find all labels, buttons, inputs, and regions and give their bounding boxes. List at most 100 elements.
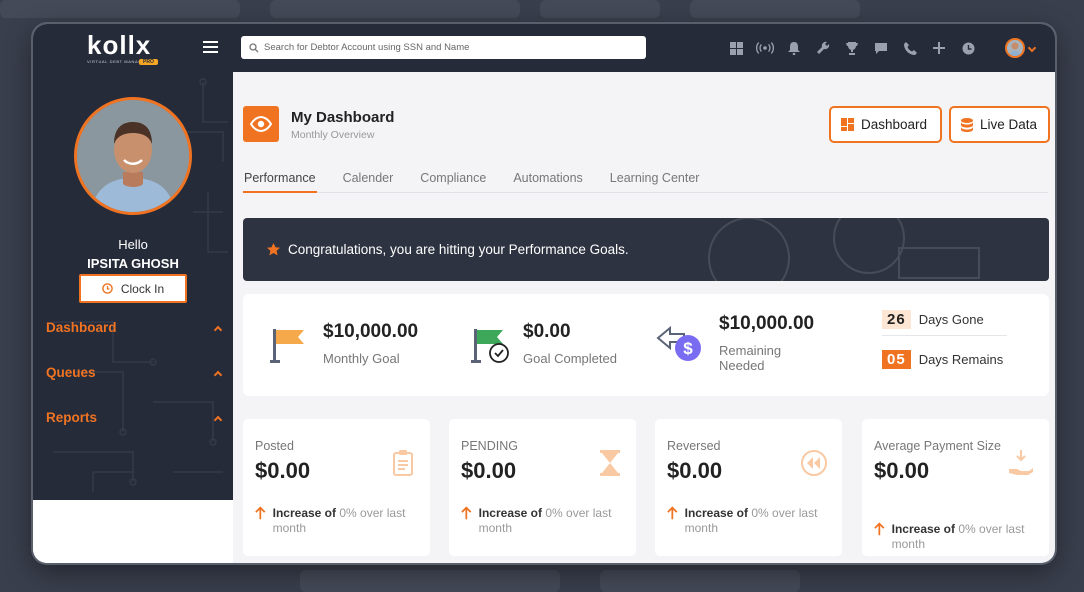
logo-wordmark: kollx — [87, 30, 152, 60]
grid-icon[interactable] — [727, 39, 745, 57]
clock-icon[interactable] — [959, 39, 977, 57]
arrow-up-icon — [667, 506, 678, 520]
card-posted: Posted $0.00 Increase of 0% over last mo… — [243, 419, 430, 556]
trend-bold: Increase of — [478, 506, 543, 520]
bell-icon[interactable] — [785, 39, 803, 57]
tab-performance[interactable]: Performance — [243, 171, 317, 193]
search-icon — [249, 42, 259, 52]
search-bar[interactable] — [241, 36, 646, 59]
card-trend: Increase of 0% over last month — [461, 506, 629, 536]
goals-panel: $10,000.00 Monthly Goal $0.00 Goal Compl… — [243, 294, 1049, 396]
card-average-payment-size: Average Payment Size $0.00 Increase of 0… — [862, 419, 1049, 556]
chevron-down-icon[interactable] — [1027, 43, 1037, 53]
search-input[interactable] — [264, 42, 634, 53]
card-trend: Increase of 0% over last month — [667, 506, 835, 536]
trend-pct: 0% — [339, 506, 357, 520]
sidebar-item-label: Dashboard — [46, 320, 117, 335]
trend-bold: Increase of — [272, 506, 337, 520]
greeting-text: Hello — [118, 237, 148, 252]
arrow-up-icon — [874, 522, 885, 536]
tab-compliance[interactable]: Compliance — [419, 171, 487, 193]
page-title: My Dashboard — [291, 109, 395, 126]
stats-cards: Posted $0.00 Increase of 0% over last mo… — [243, 419, 1053, 563]
sidebar-item-reports[interactable]: Reports — [46, 410, 223, 425]
monthly-goal-value: $10,000.00 — [323, 321, 419, 342]
menu-toggle-icon[interactable] — [203, 41, 218, 53]
clock-icon — [102, 283, 113, 294]
live-data-button-label: Live Data — [980, 117, 1038, 132]
live-data-button[interactable]: Live Data — [949, 106, 1050, 143]
trend-pct: 0% — [751, 506, 769, 520]
arrow-up-icon — [255, 506, 266, 520]
trend-pct: 0% — [958, 522, 976, 536]
days-gone-value: 26 — [882, 310, 911, 329]
tab-calender[interactable]: Calender — [342, 171, 395, 193]
hourglass-icon — [600, 450, 620, 476]
arrow-up-icon — [461, 506, 472, 520]
svg-text:$: $ — [683, 339, 693, 358]
card-trend: Increase of 0% over last month — [255, 506, 423, 536]
chat-icon[interactable] — [872, 39, 890, 57]
user-avatar[interactable] — [1005, 38, 1025, 58]
remaining-needed: $10,000.00 Remaining Needed — [719, 313, 819, 373]
phone-icon[interactable] — [901, 39, 919, 57]
sidebar-item-label: Queues — [46, 365, 96, 380]
flag-check-icon — [471, 329, 509, 363]
sidebar-footer — [33, 500, 233, 563]
plus-icon[interactable] — [930, 39, 948, 57]
chevron-up-icon — [213, 325, 223, 334]
hand-coin-icon — [1009, 450, 1033, 475]
tab-learning-center[interactable]: Learning Center — [609, 171, 701, 193]
profile-photo[interactable] — [74, 97, 192, 215]
clock-in-button[interactable]: Clock In — [79, 274, 187, 303]
days-remains: 05 Days Remains — [882, 350, 1003, 369]
dashboard-button[interactable]: Dashboard — [829, 106, 942, 143]
chevron-up-icon — [213, 415, 223, 424]
dashboard-button-label: Dashboard — [861, 117, 928, 132]
logo-pro-badge: PRO — [139, 59, 158, 65]
sidebar-item-label: Reports — [46, 410, 98, 425]
user-name: IPSITA GHOSH — [87, 256, 179, 271]
wrench-icon[interactable] — [814, 39, 832, 57]
days-gone-label: Days Gone — [918, 312, 984, 327]
card-pending: PENDING $0.00 Increase of 0% over last m… — [449, 419, 636, 556]
trophy-icon[interactable] — [843, 39, 861, 57]
goal-completed-value: $0.00 — [523, 321, 571, 342]
days-remains-label: Days Remains — [918, 352, 1004, 367]
trend-bold: Increase of — [684, 506, 749, 520]
database-icon — [961, 117, 973, 132]
banner-text: Congratulations, you are hitting your Pe… — [288, 242, 629, 257]
card-label: Average Payment Size — [874, 439, 1001, 453]
star-icon — [267, 243, 280, 256]
goal-completed-label: Goal Completed — [523, 351, 617, 366]
app-logo[interactable]: kollx VIRTUAL DEBT MANAGEMENT PRO — [87, 32, 167, 66]
dollar-arrow-icon: $ — [656, 325, 701, 361]
monthly-goal-label: Monthly Goal — [323, 351, 400, 366]
sidebar-item-queues[interactable]: Queues — [46, 365, 223, 380]
top-bar: kollx VIRTUAL DEBT MANAGEMENT PRO — [33, 24, 1055, 72]
chevron-up-icon — [213, 370, 223, 379]
performance-banner: Congratulations, you are hitting your Pe… — [243, 218, 1049, 281]
eye-icon — [243, 106, 279, 142]
app-window: kollx VIRTUAL DEBT MANAGEMENT PRO Search… — [33, 24, 1055, 563]
trend-bold: Increase of — [891, 522, 956, 536]
dashboard-icon — [841, 118, 854, 131]
card-trend: Increase of 0% over last month — [874, 522, 1042, 552]
days-gone: 26 Days Gone — [882, 310, 1007, 336]
days-remains-value: 05 — [882, 350, 911, 369]
tab-automations[interactable]: Automations — [512, 171, 583, 193]
topbar-icons — [727, 38, 977, 58]
currency-decoration — [708, 218, 980, 281]
sidebar: Hello IPSITA GHOSH Clock In Dashboard Qu… — [33, 72, 233, 500]
remaining-needed-label: Remaining Needed — [719, 343, 782, 373]
page-subtitle: Monthly Overview — [291, 129, 375, 141]
goal-completed: $0.00 Goal Completed — [523, 321, 617, 366]
card-reversed: Reversed $0.00 Increase of 0% over last … — [655, 419, 842, 556]
remaining-needed-value: $10,000.00 — [719, 313, 815, 334]
clipboard-icon — [393, 450, 413, 476]
rewind-icon — [801, 450, 827, 476]
broadcast-icon[interactable] — [756, 39, 774, 57]
trend-pct: 0% — [545, 506, 563, 520]
sidebar-item-dashboard[interactable]: Dashboard — [46, 320, 223, 335]
clock-in-label: Clock In — [120, 281, 165, 296]
